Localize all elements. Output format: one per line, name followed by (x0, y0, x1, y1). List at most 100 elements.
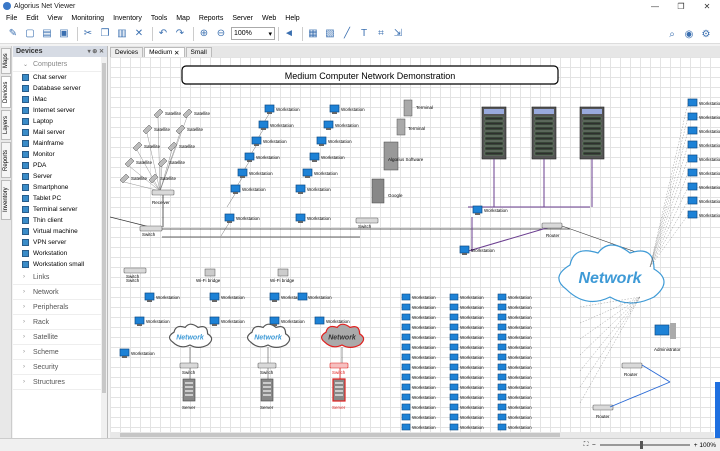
workstation-icon[interactable] (323, 120, 334, 129)
workstation-icon[interactable] (329, 104, 340, 113)
minimize-button[interactable]: — (642, 0, 668, 12)
workstation-icon[interactable] (497, 373, 507, 381)
menu-inventory[interactable]: Inventory (113, 15, 142, 22)
link-icon[interactable]: ⌗ (374, 27, 388, 41)
category-item[interactable]: › Scheme (13, 345, 107, 360)
paste-icon[interactable]: ▥ (115, 27, 129, 41)
workstation-icon[interactable] (401, 293, 411, 301)
device-item[interactable]: Thin client (13, 215, 107, 226)
workstation-icon[interactable] (497, 343, 507, 351)
workstation-icon[interactable] (497, 393, 507, 401)
device-item[interactable]: Internet server (13, 105, 107, 116)
workstation-icon[interactable] (472, 205, 483, 214)
zoom-minus-icon[interactable]: − (592, 442, 596, 449)
workstation-icon[interactable] (449, 383, 459, 391)
announce-icon[interactable]: ◄ (282, 27, 296, 41)
workstation-icon[interactable] (449, 423, 459, 431)
wifi-bridge-icon[interactable] (277, 268, 289, 277)
workstation-icon[interactable] (497, 313, 507, 321)
panel-pin-close-icon[interactable]: ▾ ⊕ ✕ (88, 48, 107, 55)
menu-map[interactable]: Map (176, 15, 190, 22)
device-item[interactable]: Mail server (13, 127, 107, 138)
workstation-icon[interactable] (295, 184, 306, 193)
workstation-icon[interactable] (302, 168, 313, 177)
workstation-icon[interactable] (449, 393, 459, 401)
workstation-icon[interactable] (134, 316, 145, 325)
device-item[interactable]: Smartphone (13, 182, 107, 193)
workstation-icon[interactable] (230, 184, 241, 193)
workstation-icon[interactable] (251, 136, 262, 145)
workstation-icon[interactable] (401, 393, 411, 401)
workstation-icon[interactable] (297, 292, 308, 301)
workstation-icon[interactable] (459, 245, 470, 254)
tab-inventory[interactable]: Inventory (1, 180, 11, 220)
device-item[interactable]: Workstation (13, 248, 107, 259)
maximize-button[interactable]: ❐ (668, 0, 694, 12)
menu-help[interactable]: Help (285, 15, 299, 22)
undo-icon[interactable]: ↶ (156, 27, 170, 41)
workstation-icon[interactable] (449, 363, 459, 371)
workstation-icon[interactable] (209, 316, 220, 325)
workstation-icon[interactable] (497, 353, 507, 361)
satellite-icon[interactable] (157, 157, 168, 168)
save-icon[interactable]: ▣ (57, 27, 71, 41)
device-item[interactable]: Mainframe (13, 138, 107, 149)
cut-icon[interactable]: ✂ (81, 27, 95, 41)
diagram-canvas[interactable]: Medium Computer Network Demonstration Sat… (110, 57, 720, 438)
administrator-icon[interactable] (654, 324, 670, 336)
zoom-plus-icon[interactable]: + (694, 442, 698, 449)
workstation-icon[interactable] (144, 292, 155, 301)
category-item[interactable]: › Security (13, 360, 107, 375)
category-computers[interactable]: ⌄ Computers (13, 57, 107, 72)
workstation-icon[interactable] (401, 363, 411, 371)
new-icon[interactable]: ▢ (23, 27, 37, 41)
workstation-icon[interactable] (449, 293, 459, 301)
workstation-icon[interactable] (687, 98, 698, 107)
tab-devices[interactable]: Devices (1, 76, 11, 108)
menu-server[interactable]: Server (232, 15, 253, 22)
switch-icon[interactable] (139, 225, 163, 232)
workstation-icon[interactable] (497, 413, 507, 421)
workstation-icon[interactable] (687, 168, 698, 177)
workstation-icon[interactable] (269, 316, 280, 325)
satellite-icon[interactable] (119, 173, 130, 184)
category-item[interactable]: › Structures (13, 375, 107, 390)
doc-tab-medium[interactable]: Medium ✕ (144, 47, 185, 57)
terminal-icon[interactable] (403, 99, 413, 117)
workstation-icon[interactable] (401, 323, 411, 331)
workstation-icon[interactable] (449, 303, 459, 311)
workstation-icon[interactable] (449, 333, 459, 341)
wifi-bridge-icon[interactable] (204, 268, 216, 277)
workstation-icon[interactable] (119, 348, 130, 357)
switch-icon[interactable] (329, 362, 349, 369)
tab-layers[interactable]: Layers (1, 110, 11, 140)
workstation-icon[interactable] (269, 292, 280, 301)
zoom-slider[interactable] (599, 441, 690, 449)
workstation-icon[interactable] (449, 403, 459, 411)
workstation-icon[interactable] (497, 403, 507, 411)
category-item[interactable]: › Rack (13, 315, 107, 330)
copy-icon[interactable]: ❐ (98, 27, 112, 41)
menu-monitoring[interactable]: Monitoring (71, 15, 104, 22)
category-item[interactable]: › Network (13, 285, 107, 300)
open-icon[interactable]: ▤ (40, 27, 54, 41)
workstation-icon[interactable] (687, 112, 698, 121)
panel-scrollbar[interactable] (101, 57, 107, 438)
workstation-icon[interactable] (401, 373, 411, 381)
menu-view[interactable]: View (47, 15, 62, 22)
workstation-icon[interactable] (401, 333, 411, 341)
network-diagram[interactable]: Medium Computer Network Demonstration Sat… (110, 57, 720, 438)
workstation-icon[interactable] (401, 413, 411, 421)
workstation-icon[interactable] (449, 413, 459, 421)
workstation-icon[interactable] (401, 343, 411, 351)
search-icon[interactable]: ⌕ (665, 27, 679, 41)
workstation-icon[interactable] (497, 363, 507, 371)
device-item[interactable]: Virtual machine (13, 226, 107, 237)
workstation-icon[interactable] (314, 316, 325, 325)
workstation-icon[interactable] (316, 136, 327, 145)
category-item[interactable]: › Satellite (13, 330, 107, 345)
workstation-icon[interactable] (687, 140, 698, 149)
workstation-icon[interactable] (401, 313, 411, 321)
workstation-icon[interactable] (497, 303, 507, 311)
workstation-icon[interactable] (264, 104, 275, 113)
